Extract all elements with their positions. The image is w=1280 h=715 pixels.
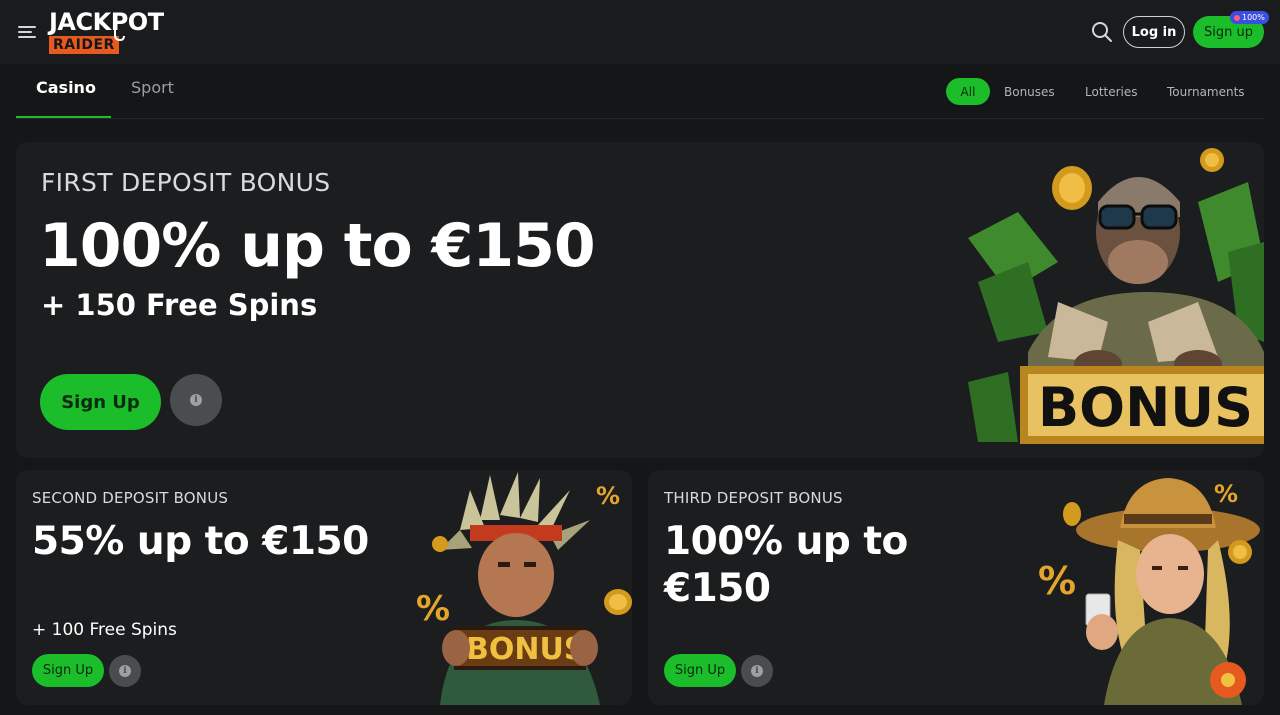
svg-text:%: % (596, 482, 620, 510)
promo-subtitle: + 100 Free Spins (32, 620, 177, 640)
promo-title: 55% up to €150 (32, 519, 369, 564)
promo-info-button[interactable]: i (109, 655, 141, 687)
search-icon[interactable] (1090, 20, 1114, 44)
tabs-divider (16, 118, 1264, 119)
promo-title: 100% up to €150 (39, 211, 596, 281)
logo-wordmark-bottom: RAIDER (49, 36, 119, 54)
signup-badge-label: 100% (1242, 13, 1265, 22)
site-header: JACKPOT RAIDER Log in Sign up 100% (0, 0, 1280, 64)
promo-kicker: FIRST DEPOSIT BONUS (41, 168, 331, 197)
filter-all[interactable]: All (946, 78, 990, 105)
card-art-label: BONUS (466, 632, 585, 667)
third-deposit-promo: THIRD DEPOSIT BONUS 100% up to €150 Sign… (648, 470, 1264, 705)
svg-text:%: % (416, 589, 450, 629)
signup-badge: 100% (1230, 11, 1269, 24)
promo-title: 100% up to €150 (664, 519, 908, 611)
login-button[interactable]: Log in (1123, 16, 1185, 48)
filter-tournaments[interactable]: Tournaments (1167, 78, 1245, 105)
site-logo[interactable]: JACKPOT RAIDER (48, 8, 172, 56)
filter-lotteries[interactable]: Lotteries (1085, 78, 1138, 105)
bonus-warrior-illustration: BONUS % % (416, 472, 632, 705)
info-icon: i (119, 665, 131, 677)
bonus-ape-illustration: BONUS (968, 148, 1264, 444)
promo-info-button[interactable]: i (170, 374, 222, 426)
tab-sport[interactable]: Sport (131, 78, 174, 97)
tab-casino[interactable]: Casino (36, 78, 96, 97)
promo-signup-button[interactable]: Sign Up (32, 654, 104, 687)
menu-icon[interactable] (18, 24, 38, 40)
filter-bonuses[interactable]: Bonuses (1004, 78, 1055, 105)
logo-hook-icon (114, 27, 125, 42)
info-icon: i (190, 394, 202, 406)
promo-kicker: SECOND DEPOSIT BONUS (32, 489, 229, 507)
bonus-explorer-illustration: % % (1038, 478, 1260, 705)
promo-subtitle: + 150 Free Spins (41, 288, 318, 322)
badge-gem-icon (1234, 14, 1240, 21)
second-deposit-promo: SECOND DEPOSIT BONUS 55% up to €150 + 10… (16, 470, 632, 705)
promo-signup-button[interactable]: Sign Up (40, 374, 161, 430)
logo-wordmark-top: JACKPOT (49, 8, 164, 36)
promo-kicker: THIRD DEPOSIT BONUS (664, 489, 843, 507)
svg-text:%: % (1214, 480, 1238, 508)
promo-signup-button[interactable]: Sign Up (664, 654, 736, 687)
hero-art-label: BONUS (1038, 376, 1253, 439)
first-deposit-promo: FIRST DEPOSIT BONUS 100% up to €150 + 15… (16, 142, 1264, 458)
svg-text:%: % (1038, 559, 1076, 603)
promo-info-button[interactable]: i (741, 655, 773, 687)
info-icon: i (751, 665, 763, 677)
